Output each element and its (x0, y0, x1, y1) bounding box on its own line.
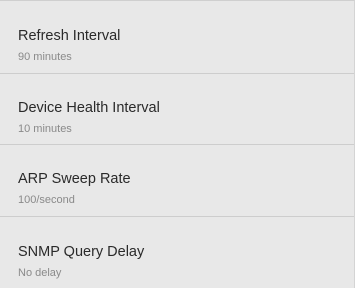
setting-value: 90 minutes (18, 51, 72, 63)
setting-title: Refresh Interval (18, 28, 121, 44)
setting-value: 100/second (18, 194, 75, 206)
setting-refresh-interval[interactable]: Refresh Interval 90 minutes (0, 1, 354, 74)
setting-title: Device Health Interval (18, 100, 160, 116)
setting-arp-sweep-rate[interactable]: ARP Sweep Rate 100/second (0, 145, 354, 217)
setting-device-health-interval[interactable]: Device Health Interval 10 minutes (0, 74, 354, 145)
setting-snmp-query-delay[interactable]: SNMP Query Delay No delay (0, 217, 354, 289)
setting-value: No delay (18, 267, 62, 279)
setting-title: ARP Sweep Rate (18, 171, 131, 187)
settings-list: Refresh Interval 90 minutes Device Healt… (0, 0, 355, 288)
setting-value: 10 minutes (18, 123, 72, 135)
setting-title: SNMP Query Delay (18, 244, 145, 260)
